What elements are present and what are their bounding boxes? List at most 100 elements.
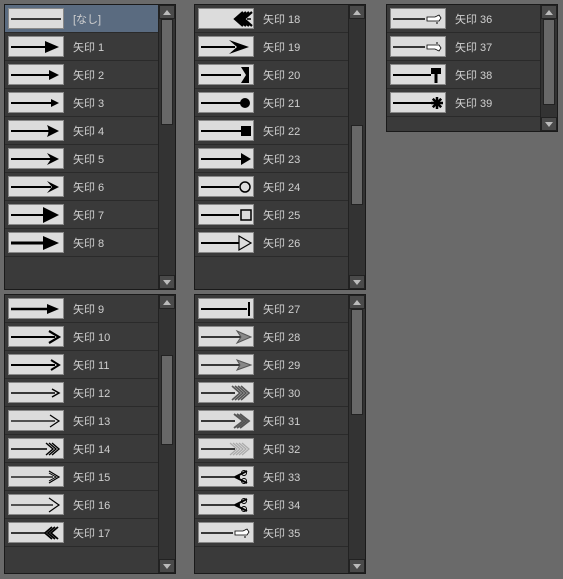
list-item-label: 矢印 1 [67,33,158,60]
arrowhead-preview-icon [198,120,254,141]
list-item[interactable]: 矢印 37 [387,33,540,61]
list-item[interactable]: 矢印 18 [195,5,348,33]
arrowhead-preview-icon [8,232,64,253]
list-item-label: 矢印 16 [67,491,158,518]
arrowhead-preview-icon [8,120,64,141]
list-item-label: 矢印 34 [257,491,348,518]
list-item[interactable]: 矢印 38 [387,61,540,89]
list-item-label: 矢印 5 [67,145,158,172]
list-item[interactable]: 矢印 30 [195,379,348,407]
list-item[interactable]: 矢印 35 [195,519,348,547]
list-item[interactable]: 矢印 15 [5,463,158,491]
scroll-down-button[interactable] [159,559,175,573]
arrowhead-preview-icon [390,64,446,85]
list-item[interactable]: 矢印 29 [195,351,348,379]
list-item[interactable]: 矢印 1 [5,33,158,61]
scroll-up-button[interactable] [159,5,175,19]
list-item-label: 矢印 10 [67,323,158,350]
list-item[interactable]: 矢印 39 [387,89,540,117]
list-item[interactable]: 矢印 10 [5,323,158,351]
list-item[interactable]: 矢印 27 [195,295,348,323]
arrowhead-list[interactable]: [なし]矢印 1矢印 2矢印 3矢印 4矢印 5矢印 6矢印 7矢印 8 [5,5,158,289]
scroll-down-button[interactable] [349,559,365,573]
arrowhead-preview-icon [198,176,254,197]
scroll-down-button[interactable] [349,275,365,289]
list-item-label: 矢印 20 [257,61,348,88]
arrowhead-panel: [なし]矢印 1矢印 2矢印 3矢印 4矢印 5矢印 6矢印 7矢印 8 [4,4,176,290]
list-item[interactable]: 矢印 34 [195,491,348,519]
list-item-label: 矢印 39 [449,89,540,116]
list-item-label: 矢印 12 [67,379,158,406]
scroll-up-button[interactable] [159,295,175,309]
list-item[interactable]: 矢印 22 [195,117,348,145]
list-item[interactable]: 矢印 21 [195,89,348,117]
list-item[interactable]: 矢印 25 [195,201,348,229]
arrowhead-preview-icon [8,354,64,375]
arrowhead-preview-icon [8,326,64,347]
arrowhead-preview-icon [390,92,446,113]
arrowhead-list[interactable]: 矢印 18矢印 19矢印 20矢印 21矢印 22矢印 23矢印 24矢印 25… [195,5,348,289]
arrowhead-preview-icon [8,92,64,113]
list-item[interactable]: 矢印 14 [5,435,158,463]
list-item[interactable]: 矢印 19 [195,33,348,61]
list-item[interactable]: 矢印 3 [5,89,158,117]
scroll-up-button[interactable] [349,295,365,309]
arrowhead-panel: 矢印 18矢印 19矢印 20矢印 21矢印 22矢印 23矢印 24矢印 25… [194,4,366,290]
list-item[interactable]: 矢印 4 [5,117,158,145]
list-item[interactable]: 矢印 8 [5,229,158,257]
list-item-label: 矢印 7 [67,201,158,228]
scrollbar-thumb[interactable] [161,19,173,125]
list-item-label: 矢印 6 [67,173,158,200]
scrollbar[interactable] [540,5,557,131]
list-item[interactable]: 矢印 16 [5,491,158,519]
list-item-label: 矢印 37 [449,33,540,60]
list-item[interactable]: 矢印 7 [5,201,158,229]
list-item[interactable]: 矢印 5 [5,145,158,173]
list-item[interactable]: 矢印 17 [5,519,158,547]
scrollbar[interactable] [158,5,175,289]
scrollbar[interactable] [158,295,175,573]
list-item[interactable]: 矢印 33 [195,463,348,491]
list-item-label: [なし] [67,5,158,32]
list-item[interactable]: 矢印 2 [5,61,158,89]
list-item[interactable]: 矢印 32 [195,435,348,463]
list-item-label: 矢印 18 [257,5,348,32]
arrowhead-preview-icon [198,382,254,403]
list-item[interactable]: 矢印 9 [5,295,158,323]
arrowhead-list[interactable]: 矢印 36矢印 37矢印 38矢印 39 [387,5,540,131]
list-item[interactable]: 矢印 31 [195,407,348,435]
scrollbar[interactable] [348,5,365,289]
list-item-label: 矢印 13 [67,407,158,434]
arrowhead-preview-icon [198,494,254,515]
list-item[interactable]: 矢印 13 [5,407,158,435]
scroll-up-button[interactable] [541,5,557,19]
list-item[interactable]: [なし] [5,5,158,33]
list-item-label: 矢印 19 [257,33,348,60]
arrowhead-list[interactable]: 矢印 27矢印 28矢印 29矢印 30矢印 31矢印 32矢印 33矢印 34… [195,295,348,573]
arrowhead-preview-icon [390,8,446,29]
list-item[interactable]: 矢印 26 [195,229,348,257]
scrollbar-thumb[interactable] [351,309,363,415]
arrowhead-preview-icon [8,64,64,85]
scrollbar[interactable] [348,295,365,573]
list-item[interactable]: 矢印 20 [195,61,348,89]
arrowhead-preview-icon [198,522,254,543]
arrowhead-list[interactable]: 矢印 9矢印 10矢印 11矢印 12矢印 13矢印 14矢印 15矢印 16矢… [5,295,158,573]
arrowhead-preview-icon [8,466,64,487]
list-item[interactable]: 矢印 28 [195,323,348,351]
list-item[interactable]: 矢印 11 [5,351,158,379]
list-item[interactable]: 矢印 6 [5,173,158,201]
scrollbar-thumb[interactable] [351,125,363,205]
list-item[interactable]: 矢印 12 [5,379,158,407]
scroll-down-button[interactable] [159,275,175,289]
scrollbar-thumb[interactable] [161,355,173,445]
list-item[interactable]: 矢印 24 [195,173,348,201]
arrowhead-preview-icon [198,204,254,225]
scroll-down-button[interactable] [541,117,557,131]
list-item[interactable]: 矢印 36 [387,5,540,33]
scroll-up-button[interactable] [349,5,365,19]
arrowhead-panel: 矢印 36矢印 37矢印 38矢印 39 [386,4,558,132]
arrowhead-preview-icon [8,494,64,515]
scrollbar-thumb[interactable] [543,19,555,105]
list-item[interactable]: 矢印 23 [195,145,348,173]
